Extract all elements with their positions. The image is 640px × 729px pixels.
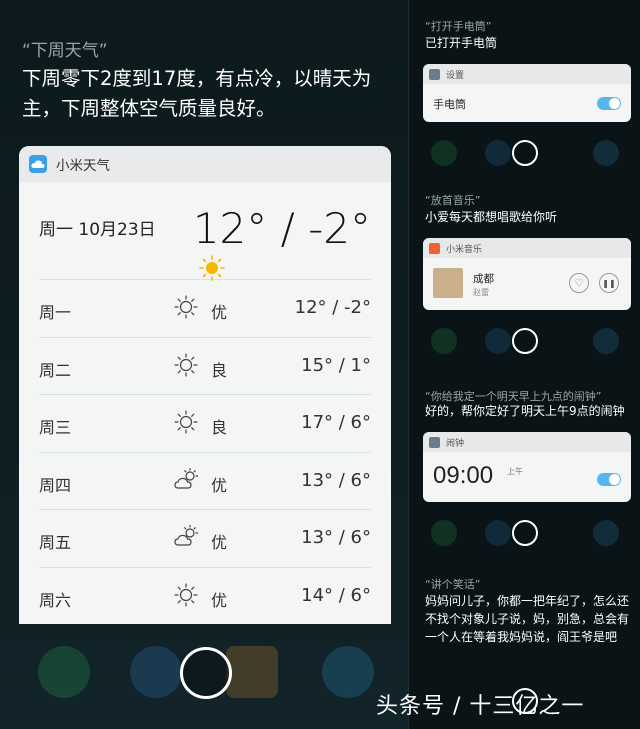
alarm-app-name: 闹钟 xyxy=(446,438,465,449)
partly-cloudy-icon xyxy=(173,524,201,554)
forecast-row[interactable]: 周四 优 13° / 6° xyxy=(39,453,371,510)
clock-app-icon xyxy=(429,436,440,448)
voice-assistant-button[interactable] xyxy=(512,328,538,354)
contacts-icon xyxy=(485,140,511,166)
settings-app-name: 设置 xyxy=(446,70,465,81)
partly-cloudy-icon xyxy=(173,467,201,497)
pause-icon[interactable]: ❚❚ xyxy=(599,273,619,293)
answer-alarm: 好的，帮你定好了明天上午9点的闹钟 xyxy=(425,404,625,418)
forecast-day: 周二 xyxy=(39,360,72,380)
music-card-header: 小米音乐 xyxy=(423,238,631,258)
voice-assistant-button[interactable] xyxy=(512,520,538,546)
forecast-day: 周四 xyxy=(39,475,72,495)
answer-music: 小爱每天都想唱歌给你听 xyxy=(425,210,558,224)
browser-icon xyxy=(593,520,619,546)
phone-icon xyxy=(431,140,457,166)
sunny-icon xyxy=(173,352,199,382)
settings-card[interactable]: 设置 手电筒 xyxy=(423,64,631,122)
song-title: 成都 xyxy=(473,273,494,285)
alarm-card[interactable]: 闹钟 09:00 上午 xyxy=(423,432,631,502)
settings-card-header: 设置 xyxy=(423,64,631,84)
forecast-row[interactable]: 周五 优 13° / 6° xyxy=(39,510,371,568)
alarm-time: 09:00 xyxy=(433,462,494,489)
weather-app-name: 小米天气 xyxy=(56,158,110,174)
album-art xyxy=(433,268,463,298)
today-date: 周一 10月23日 xyxy=(39,220,156,240)
forecast-list: 周一 优 12° / -2° 周二 良 15° / 1° 周三 良 17° / … xyxy=(39,280,371,624)
air-quality: 良 xyxy=(211,360,228,380)
forecast-row[interactable]: 周二 良 15° / 1° xyxy=(39,338,371,395)
forecast-temperature: 14° / 6° xyxy=(301,584,371,606)
voice-query-joke: “讲个笑话” xyxy=(425,578,481,591)
voice-query-music: “放首音乐” xyxy=(425,194,481,207)
music-app-icon xyxy=(429,242,440,254)
forecast-temperature: 15° / 1° xyxy=(301,354,371,376)
forecast-temperature: 13° / 6° xyxy=(301,469,371,491)
browser-icon xyxy=(593,140,619,166)
forecast-temperature: 12° / -2° xyxy=(294,297,371,318)
contacts-icon xyxy=(130,646,182,698)
forecast-temperature: 13° / 6° xyxy=(301,527,371,548)
forecast-day: 周六 xyxy=(39,590,72,610)
voice-assistant-button[interactable] xyxy=(512,140,538,166)
settings-icon xyxy=(429,68,440,80)
favorite-heart-icon[interactable]: ♡ xyxy=(569,273,589,293)
sunny-icon xyxy=(173,409,199,439)
phone-icon xyxy=(431,328,457,354)
voice-assistant-button[interactable] xyxy=(180,647,232,699)
messages-icon xyxy=(226,646,278,698)
sunny-icon xyxy=(173,582,199,612)
answer-joke: 妈妈问儿子，你都一把年纪了，怎么还不找个对象儿子说，妈，别急，总会有一个人在等着… xyxy=(425,594,630,644)
phone-icon xyxy=(431,520,457,546)
phone-icon xyxy=(38,646,90,698)
weather-card-header: 小米天气 xyxy=(19,146,391,182)
right-panel: “打开手电筒” 已打开手电筒 设置 手电筒 “放首音乐” 小爱每天都想唱歌给你听… xyxy=(408,0,640,729)
air-quality: 优 xyxy=(211,590,228,610)
song-artist: 赵雷 xyxy=(473,288,489,297)
weather-app-icon xyxy=(29,155,47,173)
forecast-row[interactable]: 周六 优 14° / 6° xyxy=(39,568,371,625)
assistant-answer: 下周零下2度到17度，有点冷，以晴天为主，下周整体空气质量良好。 xyxy=(22,67,372,120)
voice-query: “下周天气” xyxy=(22,41,108,61)
browser-icon xyxy=(593,328,619,354)
today-temperature: 12° / -2° xyxy=(192,204,371,253)
alarm-toggle[interactable] xyxy=(597,473,621,486)
alarm-ampm: 上午 xyxy=(507,467,523,476)
air-quality: 优 xyxy=(211,303,228,322)
forecast-day: 周五 xyxy=(39,533,72,552)
flashlight-toggle[interactable] xyxy=(597,97,621,110)
forecast-day: 周一 xyxy=(39,303,72,322)
answer-flashlight: 已打开手电筒 xyxy=(425,36,498,50)
forecast-row[interactable]: 周一 优 12° / -2° xyxy=(39,280,371,338)
left-panel: “下周天气” 下周零下2度到17度，有点冷，以晴天为主，下周整体空气质量良好。 … xyxy=(0,0,408,729)
sunny-icon xyxy=(173,294,199,324)
forecast-temperature: 17° / 6° xyxy=(301,412,371,433)
weather-card[interactable]: 小米天气 周一 10月23日 12° / -2° 周一 优 12° / -2° … xyxy=(19,146,391,624)
contacts-icon xyxy=(485,328,511,354)
forecast-day: 周三 xyxy=(39,418,72,437)
forecast-row[interactable]: 周三 良 17° / 6° xyxy=(39,395,371,453)
alarm-card-header: 闹钟 xyxy=(423,432,631,452)
music-card[interactable]: 小米音乐 成都 赵雷 ♡ ❚❚ xyxy=(423,238,631,310)
flashlight-label: 手电筒 xyxy=(433,98,466,111)
air-quality: 优 xyxy=(211,533,228,552)
watermark: 头条号 / 十三亿之一 xyxy=(376,694,585,719)
today-summary: 周一 10月23日 12° / -2° xyxy=(39,182,371,281)
contacts-icon xyxy=(485,520,511,546)
browser-icon xyxy=(322,646,374,698)
air-quality: 良 xyxy=(211,418,228,437)
air-quality: 优 xyxy=(211,475,228,495)
music-app-name: 小米音乐 xyxy=(446,244,483,255)
voice-query-flashlight: “打开手电筒” xyxy=(425,20,492,33)
